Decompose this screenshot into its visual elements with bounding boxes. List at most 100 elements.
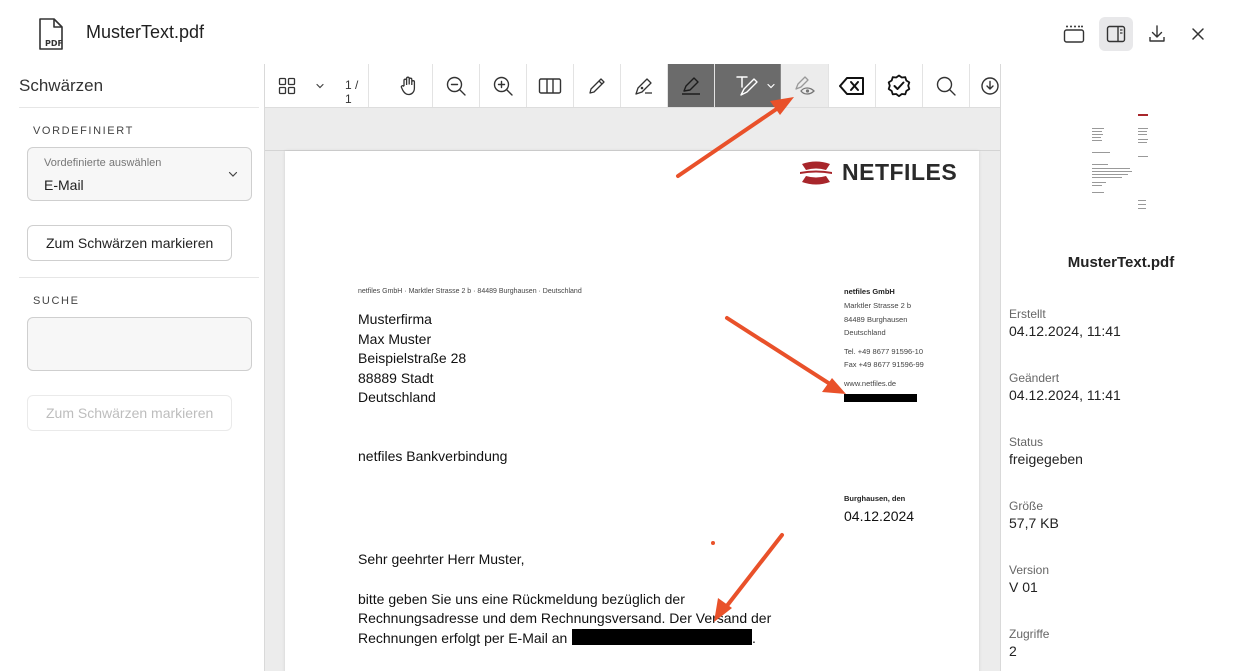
sidebar-icon	[1106, 25, 1126, 43]
meta-label-size: Größe	[1009, 499, 1044, 513]
body-line: Rechnungen erfolgt per E-Mail an	[358, 630, 568, 646]
chevron-down-icon	[228, 171, 238, 177]
select-label: Vordefinierte auswählen	[44, 157, 162, 169]
salutation: Sehr geehrter Herr Muster,	[358, 551, 525, 567]
viewer-toolbar: 1 / 1	[265, 64, 1000, 108]
predefined-select[interactable]: Vordefinierte auswählen E-Mail	[27, 147, 252, 201]
sender-line: netfiles GmbH · Marktler Strasse 2 b · 8…	[358, 288, 582, 295]
pan-tool-button[interactable]	[386, 64, 433, 107]
zoom-out-button[interactable]	[433, 64, 480, 107]
meta-label-accesses: Zugriffe	[1009, 627, 1050, 641]
header-bar: PDF MusterText.pdf	[0, 0, 1244, 64]
address-line: Max Muster	[358, 331, 432, 347]
mark-for-redaction-button[interactable]: Zum Schwärzen markieren	[27, 225, 233, 261]
pdf-file-icon: PDF	[39, 18, 63, 50]
download-pdf-button[interactable]	[970, 64, 1000, 107]
redaction-panel: Schwärzen VORDEFINIERT Vordefinierte aus…	[0, 64, 265, 671]
pencil-icon	[589, 77, 605, 94]
draw-tool-button[interactable]	[574, 64, 621, 107]
mark-search-results-button[interactable]: Zum Schwärzen markieren	[27, 395, 233, 431]
meta-value-modified: 04.12.2024, 11:41	[1009, 387, 1121, 403]
grid-icon[interactable]	[278, 77, 296, 95]
search-input[interactable]	[27, 317, 252, 371]
hand-icon	[400, 76, 416, 95]
download-button[interactable]	[1140, 17, 1174, 51]
meta-value-created: 04.12.2024, 11:41	[1009, 323, 1121, 339]
search-section-label: SUCHE	[33, 295, 80, 307]
page-layout-button[interactable]	[527, 64, 574, 107]
address-line: Beispielstraße 28	[358, 350, 467, 366]
company-web: www.netfiles.de	[844, 379, 897, 388]
redaction-box[interactable]	[844, 394, 917, 402]
area-redaction-button[interactable]	[668, 64, 715, 107]
download-icon	[1149, 25, 1165, 42]
viewer-subbar	[265, 108, 1000, 151]
apply-redaction-button[interactable]	[876, 64, 923, 107]
netfiles-logo-icon	[800, 161, 832, 184]
company-city: 84489 Burghausen	[844, 315, 908, 324]
body-line: Rechnungsadresse und dem Rechnungsversan…	[358, 610, 772, 626]
company-street: Marktler Strasse 2 b	[844, 301, 912, 310]
zoom-in-button[interactable]	[480, 64, 527, 107]
meta-value-status: freigegeben	[1009, 451, 1083, 467]
marker-dot	[711, 541, 715, 545]
pdf-viewer: 1 / 1 NETFILES netfiles GmbH · Marktler …	[265, 64, 1000, 671]
apply-redaction-icon	[887, 74, 911, 97]
zoom-in-icon	[493, 76, 513, 96]
page-nav-group: 1 / 1	[265, 64, 369, 107]
logo-text: NETFILES	[842, 159, 958, 185]
select-value: E-Mail	[44, 177, 84, 193]
page-thumbnail[interactable]	[1086, 110, 1154, 218]
meta-label-modified: Geändert	[1009, 371, 1060, 385]
meta-value-size: 57,7 KB	[1009, 515, 1059, 531]
meta-value-accesses: 2	[1009, 643, 1017, 659]
company-fax: Fax +49 8677 91596-99	[844, 360, 924, 369]
close-icon	[1192, 28, 1204, 40]
divider	[19, 107, 259, 108]
redaction-box[interactable]	[572, 629, 752, 645]
divider	[19, 277, 259, 278]
address-line: Musterfirma	[358, 311, 432, 327]
body-line: bitte geben Sie uns eine Rückmeldung bez…	[358, 591, 685, 607]
address-line: Deutschland	[358, 389, 436, 405]
text-redaction-button[interactable]	[715, 64, 781, 107]
chevron-down-icon[interactable]	[766, 81, 776, 91]
meta-label-version: Version	[1009, 563, 1050, 577]
meta-value-version: V 01	[1009, 579, 1038, 595]
file-info-panel: MusterText.pdf Erstellt 04.12.2024, 11:4…	[1000, 64, 1244, 671]
pdf-page: NETFILES netfiles GmbH · Marktler Strass…	[285, 151, 979, 671]
search-icon	[936, 76, 956, 96]
close-button[interactable]	[1181, 17, 1215, 51]
panel-title: Schwärzen	[19, 76, 104, 95]
highlighter-icon	[682, 76, 700, 95]
zoom-out-icon	[446, 76, 466, 96]
company-name: netfiles GmbH	[844, 287, 895, 296]
company-tel: Tel. +49 8677 91596-10	[844, 347, 924, 356]
page-count: 1 / 1	[345, 78, 359, 106]
sidebar-toggle-button[interactable]	[1099, 17, 1133, 51]
company-country: Deutschland	[844, 328, 886, 337]
columns-icon	[538, 77, 562, 94]
download-circle-icon	[981, 76, 999, 95]
preview-redaction-button[interactable]	[781, 64, 829, 107]
predefined-section-label: VORDEFINIERT	[33, 125, 134, 137]
panel-toggle-button[interactable]	[1057, 17, 1091, 51]
body-line-end: .	[752, 630, 756, 646]
meta-label-status: Status	[1009, 435, 1044, 449]
pen-tool-button[interactable]	[621, 64, 668, 107]
delete-redaction-button[interactable]	[829, 64, 876, 107]
eye-redact-icon	[794, 75, 815, 95]
place-date-label: Burghausen, den	[844, 494, 906, 503]
panel-toggle-icon	[1063, 25, 1085, 43]
file-title: MusterText.pdf	[86, 22, 205, 42]
netfiles-logo: NETFILES	[798, 159, 957, 186]
letter-date: 04.12.2024	[844, 508, 915, 524]
address-line: 88889 Stadt	[358, 370, 434, 386]
file-name: MusterText.pdf	[1067, 254, 1175, 271]
pen-icon	[635, 77, 652, 95]
search-button[interactable]	[923, 64, 970, 107]
chevron-down-icon[interactable]	[315, 81, 325, 91]
delete-redaction-icon	[839, 76, 864, 95]
pdf-icon-label: PDF	[45, 39, 63, 48]
text-redact-icon	[735, 75, 758, 96]
